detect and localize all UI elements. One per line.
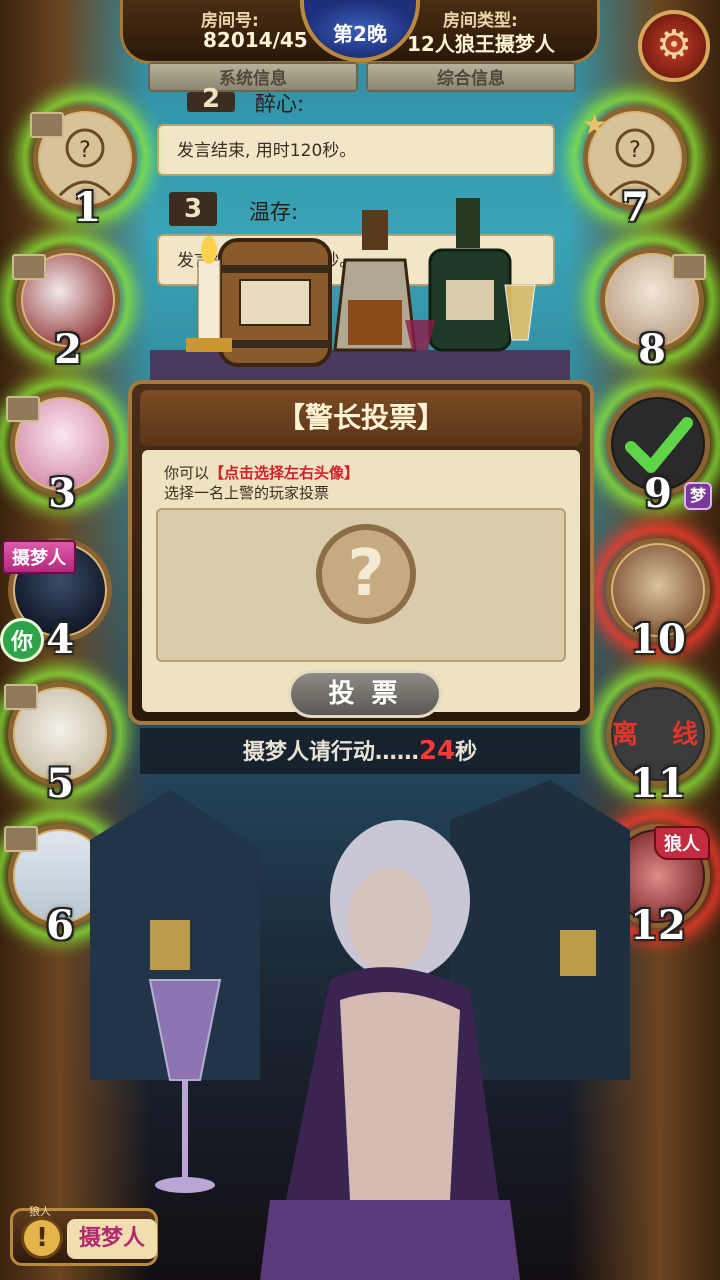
- vote-target-slot[interactable]: ?: [316, 524, 416, 624]
- dialog-title: 【警长投票】: [140, 390, 582, 446]
- room-number: 82014/45: [203, 28, 308, 52]
- tab-system-info[interactable]: 系统信息: [148, 62, 358, 92]
- settings-button[interactable]: ⚙: [638, 10, 710, 82]
- wine-glass-illustration: [148, 979, 222, 1193]
- vote-button[interactable]: 投 票: [288, 670, 442, 718]
- offline-status-right: 线: [672, 720, 699, 750]
- vote-target-panel: ?: [156, 508, 566, 662]
- seat-number: 5: [46, 760, 74, 807]
- you-tag: 你: [0, 618, 44, 662]
- role-tag-dreamcatcher: 摄梦人: [2, 540, 76, 574]
- instruction-highlight: 【点击选择左右头像】: [209, 464, 360, 482]
- action-status-bar: 摄梦人请行动……24秒: [140, 728, 580, 774]
- town-scene-illustration: [90, 780, 630, 1280]
- gear-icon: ⚙: [656, 22, 692, 68]
- chat-player-number: 2: [187, 86, 235, 112]
- player-seat-10[interactable]: 10: [598, 530, 718, 663]
- seat-number: 3: [48, 470, 76, 517]
- barrel: [218, 238, 332, 367]
- seat-number: 11: [630, 760, 686, 807]
- seat-number: 8: [638, 326, 666, 373]
- dream-badge: 梦: [684, 482, 712, 510]
- seat-number: 9: [644, 470, 672, 517]
- chat-message: 发言结束, 用时120秒。: [157, 124, 555, 176]
- instruction-line-1: 你可以【点击选择左右头像】: [164, 462, 359, 483]
- svg-text:?: ?: [79, 138, 91, 163]
- sheriff-vote-dialog: 【警长投票】 你可以【点击选择左右头像】 选择一名上警的玩家投票 ? 投 票: [128, 380, 594, 725]
- my-role-button[interactable]: 狼人 ! 摄梦人: [10, 1205, 158, 1266]
- player-seat-11[interactable]: 离 线 11: [598, 674, 718, 807]
- seat-number: 12: [630, 902, 686, 949]
- seat-number: 6: [46, 902, 74, 949]
- role-button-label: 摄梦人: [67, 1219, 157, 1259]
- seat-flag: [30, 112, 64, 138]
- seat-number: 1: [73, 184, 101, 231]
- seat-flag: [672, 254, 706, 280]
- tavern-props: [150, 198, 570, 390]
- bottle-green: [428, 198, 512, 352]
- role-tag-werewolf: 狼人: [654, 826, 710, 860]
- countdown-unit: 秒: [455, 740, 478, 765]
- countdown-seconds: 24: [418, 736, 456, 766]
- offline-status-left: 离: [612, 720, 639, 750]
- seat-number: 2: [54, 326, 82, 373]
- night-label: 第2晚: [333, 22, 387, 46]
- sheriff-badge-icon: ★: [582, 108, 608, 141]
- tab-label: 系统信息: [219, 69, 287, 89]
- chat-player-name: 醉心:: [255, 92, 305, 116]
- seat-number: 10: [630, 616, 686, 663]
- seat-flag: [12, 254, 46, 280]
- bottle-clear: [333, 210, 417, 352]
- seat-flag: [6, 396, 40, 422]
- seat-number: 7: [621, 184, 649, 231]
- tab-combined-info[interactable]: 综合信息: [366, 62, 576, 92]
- game-screen: 房间号: 82014/45 房间类型: 12人狼王摄梦人 第2晚 ⚙ 系统信息 …: [0, 0, 720, 1280]
- alert-icon: !: [21, 1217, 63, 1259]
- instruction-prefix: 你可以: [164, 464, 210, 482]
- room-type: 12人狼王摄梦人: [407, 32, 555, 56]
- svg-text:?: ?: [629, 138, 641, 163]
- instruction-line-2: 选择一名上警的玩家投票: [164, 484, 330, 502]
- status-text: 摄梦人请行动……: [242, 740, 419, 765]
- seat-flag: [4, 826, 38, 852]
- dialog-body: 你可以【点击选择左右头像】 选择一名上警的玩家投票 ? 投 票: [142, 450, 580, 718]
- tab-label: 综合信息: [437, 69, 505, 89]
- seat-flag: [4, 684, 38, 710]
